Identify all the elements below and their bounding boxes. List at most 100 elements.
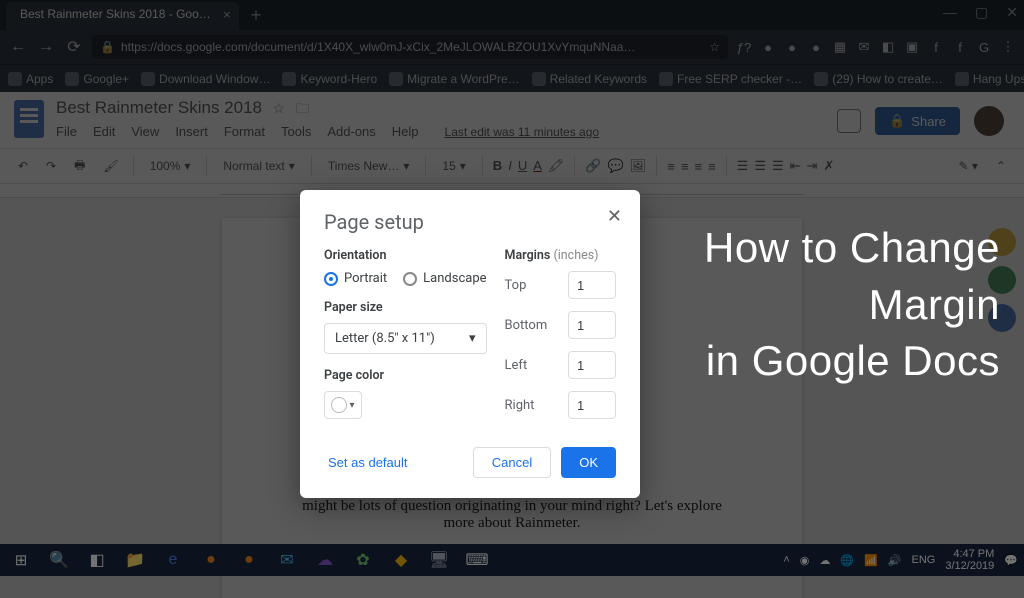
insert-link-icon[interactable]: 🔗 [585, 158, 601, 174]
menu-file[interactable]: File [56, 124, 77, 139]
taskbar-app-icon[interactable]: ● [232, 546, 266, 574]
url-input[interactable]: 🔒 https://docs.google.com/document/d/1X4… [92, 35, 728, 59]
reload-icon[interactable]: ⟳ [64, 37, 84, 57]
bookmark-item[interactable]: Related Keywords [532, 72, 647, 86]
insert-image-icon[interactable]: 🖼 [630, 158, 647, 174]
browser-tab[interactable]: Best Rainmeter Skins 2018 - Goo… × [6, 2, 239, 30]
page-color-select[interactable]: ▾ [324, 391, 362, 419]
text-color-icon[interactable]: A [533, 158, 542, 174]
underline-icon[interactable]: U [518, 158, 527, 174]
zoom-select[interactable]: 100% ▾ [144, 157, 197, 175]
tray-location-icon[interactable]: ◉ [800, 554, 810, 567]
ext-icon[interactable]: ● [808, 39, 824, 55]
margin-top-input[interactable] [568, 271, 616, 299]
menu-help[interactable]: Help [392, 124, 419, 139]
taskbar-app-icon[interactable]: ✉ [270, 546, 304, 574]
highlight-icon[interactable]: 🖍 [548, 158, 565, 174]
taskbar-app-icon[interactable]: e [156, 546, 190, 574]
taskbar-app-icon[interactable]: ◆ [384, 546, 418, 574]
task-view-icon[interactable]: ◧ [80, 546, 114, 574]
ext-icon[interactable]: f [952, 39, 968, 55]
search-icon[interactable]: 🔍 [42, 546, 76, 574]
share-button[interactable]: 🔒 Share [875, 107, 960, 135]
menu-tools[interactable]: Tools [281, 124, 311, 139]
cancel-button[interactable]: Cancel [473, 447, 551, 478]
bookmark-item[interactable]: Apps [8, 72, 53, 86]
line-spacing-icon[interactable]: ☰ [737, 158, 749, 174]
ext-icon[interactable]: ✉ [856, 39, 872, 55]
menu-view[interactable]: View [131, 124, 159, 139]
ext-icon[interactable]: f [928, 39, 944, 55]
ext-icon[interactable]: ƒ? [736, 39, 752, 55]
ext-icon[interactable]: ▦ [832, 39, 848, 55]
taskbar-app-icon[interactable]: ☁ [308, 546, 342, 574]
undo-icon[interactable]: ↶ [14, 157, 32, 175]
new-tab-button[interactable]: + [251, 5, 262, 26]
print-icon[interactable]: 🖶 [70, 154, 89, 179]
redo-icon[interactable]: ↷ [42, 157, 60, 175]
taskbar-app-icon[interactable]: 🖥 [422, 546, 456, 574]
menu-insert[interactable]: Insert [175, 124, 208, 139]
orientation-landscape-radio[interactable]: Landscape [403, 271, 486, 286]
insert-comment-icon[interactable]: 💬 [608, 158, 624, 174]
tray-wifi-icon[interactable]: 📶 [864, 554, 878, 567]
bookmark-item[interactable]: Keyword-Hero [282, 72, 377, 86]
tray-chevron-icon[interactable]: ˄ [783, 554, 789, 566]
star-document-icon[interactable]: ☆ [272, 100, 285, 116]
bookmark-item[interactable]: Hang Ups (Want Yo… [955, 72, 1024, 86]
bookmark-item[interactable]: Migrate a WordPre… [389, 72, 519, 86]
bookmark-item[interactable]: Download Window… [141, 72, 270, 86]
orientation-portrait-radio[interactable]: Portrait [324, 271, 387, 286]
forward-icon[interactable]: → [36, 38, 56, 56]
docs-logo-icon[interactable] [14, 100, 44, 138]
maximize-icon[interactable]: ▢ [975, 4, 988, 21]
taskbar-app-icon[interactable]: 📁 [118, 546, 152, 574]
back-icon[interactable]: ← [8, 38, 28, 56]
indent-decrease-icon[interactable]: ⇤ [790, 158, 801, 174]
menu-addons[interactable]: Add-ons [327, 124, 375, 139]
ext-icon[interactable]: ◧ [880, 39, 896, 55]
menu-edit[interactable]: Edit [93, 124, 115, 139]
align-justify-icon[interactable]: ≡ [708, 159, 716, 174]
clear-format-icon[interactable]: ✗ [823, 158, 834, 174]
bookmark-item[interactable]: Google+ [65, 72, 129, 86]
last-edit-link[interactable]: Last edit was 11 minutes ago [445, 125, 600, 139]
document-title[interactable]: Best Rainmeter Skins 2018 [56, 98, 262, 117]
tray-date[interactable]: 3/12/2019 [945, 560, 994, 572]
indent-increase-icon[interactable]: ⇥ [807, 158, 818, 174]
bold-icon[interactable]: B [493, 158, 502, 174]
minimize-icon[interactable]: — [943, 4, 957, 21]
start-button[interactable]: ⊞ [4, 546, 38, 574]
ok-button[interactable]: OK [561, 447, 616, 478]
align-right-icon[interactable]: ≡ [694, 159, 702, 174]
notifications-icon[interactable]: 💬 [1004, 554, 1018, 567]
bookmark-item[interactable]: Free SERP checker -… [659, 72, 802, 86]
align-left-icon[interactable]: ≡ [667, 159, 675, 174]
collapse-toolbar-icon[interactable]: ⌃ [992, 157, 1010, 175]
menu-icon[interactable]: ⋮ [1000, 39, 1016, 55]
ext-icon[interactable]: ▣ [904, 39, 920, 55]
ext-icon[interactable]: ● [784, 39, 800, 55]
comments-icon[interactable] [837, 109, 861, 133]
tray-drive-icon[interactable]: ☁ [819, 554, 830, 567]
italic-icon[interactable]: I [508, 158, 512, 174]
paint-format-icon[interactable]: 🖌 [99, 157, 122, 175]
move-folder-icon[interactable]: 🗀 [295, 100, 309, 116]
align-center-icon[interactable]: ≡ [681, 159, 689, 174]
tray-network-icon[interactable]: 🌐 [840, 554, 854, 567]
bulleted-list-icon[interactable]: ☰ [772, 158, 784, 174]
paragraph-style-select[interactable]: Normal text ▾ [217, 157, 300, 175]
close-tab-icon[interactable]: × [223, 7, 231, 22]
tray-language-icon[interactable]: ENG [912, 554, 936, 566]
font-size-select[interactable]: 15 ▾ [436, 157, 471, 175]
margin-bottom-input[interactable] [568, 311, 616, 339]
taskbar-app-icon[interactable]: ⌨ [460, 546, 494, 574]
close-window-icon[interactable]: ✕ [1006, 4, 1018, 21]
ext-icon[interactable]: ● [760, 39, 776, 55]
bookmark-item[interactable]: (29) How to create… [814, 72, 943, 86]
account-avatar[interactable] [974, 106, 1004, 136]
font-select[interactable]: Times New… ▾ [322, 157, 416, 175]
editing-mode-select[interactable]: ✎ ▾ [955, 157, 982, 175]
numbered-list-icon[interactable]: ☰ [754, 158, 766, 174]
set-as-default-button[interactable]: Set as default [324, 449, 412, 476]
